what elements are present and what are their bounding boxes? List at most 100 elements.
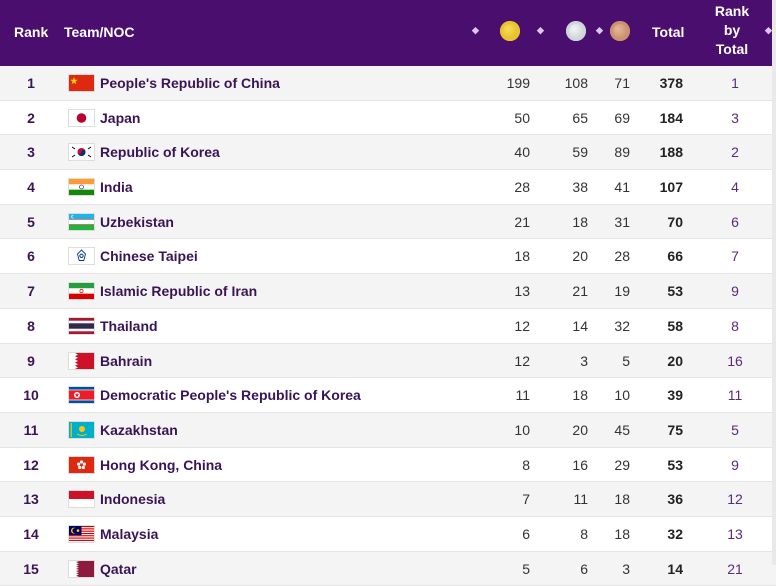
silver-count: 3 [580,352,588,369]
flag-my-icon [68,524,95,543]
table-row[interactable]: 13 Indonesia 7 11 18 36 12 [0,482,776,517]
sort-gold-icon[interactable]: ◆ [537,25,544,36]
rank-by-total-cell: 4 [731,179,739,196]
team-link[interactable]: Malaysia [100,526,158,542]
total-count: 378 [659,75,683,91]
bronze-count: 29 [614,456,630,473]
team-link[interactable]: Hong Kong, China [100,457,222,473]
bronze-count: 10 [614,387,630,404]
team-link[interactable]: Democratic People's Republic of Korea [100,387,361,403]
team-link[interactable]: Indonesia [100,491,165,507]
rank-cell: 10 [23,387,39,404]
rank-cell: 15 [23,560,39,577]
flag-hk-icon [68,455,95,474]
team-link[interactable]: Kazakhstan [100,422,178,438]
bronze-count: 31 [614,213,630,230]
gold-count: 12 [514,317,530,334]
team-link[interactable]: Uzbekistan [100,214,174,230]
table-row[interactable]: 4 India 28 38 41 107 4 [0,170,776,205]
scrollbar[interactable] [772,0,776,565]
team-link[interactable]: People's Republic of China [100,75,280,91]
sort-team-icon[interactable]: ◆ [472,25,479,36]
gold-medal-icon[interactable] [500,21,520,41]
medal-table: Rank Team/NOC ◆ ◆ ◆ Total Rank by Total … [0,0,776,586]
table-row[interactable]: 15 Qatar 5 6 3 14 21 [0,551,776,586]
header-team[interactable]: Team/NOC [64,24,135,40]
table-row[interactable]: 3 Republic of Korea 40 59 89 188 2 [0,135,776,171]
team-link[interactable]: Chinese Taipei [100,248,198,264]
silver-count: 14 [572,317,588,334]
silver-medal-icon[interactable] [566,21,586,41]
table-row[interactable]: 12 Hong Kong, China 8 16 29 53 9 [0,448,776,483]
flag-kp-icon [68,386,95,405]
rank-by-total-cell: 11 [727,387,743,404]
silver-count: 65 [572,109,588,126]
team-link[interactable]: Islamic Republic of Iran [100,283,257,299]
flag-cn-icon [68,74,95,92]
total-count: 70 [667,213,683,230]
table-row[interactable]: 9 Bahrain 12 3 5 20 16 [0,343,776,379]
gold-count: 11 [515,387,530,404]
total-count: 39 [667,387,683,404]
bronze-count: 19 [614,283,630,300]
bronze-count: 3 [622,560,630,577]
bronze-count: 41 [614,179,630,196]
bronze-count: 69 [614,109,630,126]
header-rank-by-total[interactable]: Rank by Total [710,2,754,59]
table-row[interactable]: 2 Japan 50 65 69 184 3 [0,101,776,136]
team-link[interactable]: Republic of Korea [100,144,220,160]
rank-by-total-cell: 9 [731,283,739,300]
sort-silver-icon[interactable]: ◆ [596,25,603,36]
rank-cell: 4 [27,179,35,196]
bronze-count: 18 [614,525,630,542]
gold-count: 199 [506,75,530,91]
flag-uz-icon [68,212,95,231]
team-link[interactable]: Thailand [100,318,158,334]
sort-rank-by-total-icon[interactable]: ◆ [765,25,772,36]
table-row[interactable]: 5 Uzbekistan 21 18 31 70 6 [0,204,776,240]
bronze-count: 71 [614,75,630,91]
team-link[interactable]: Qatar [100,561,137,577]
gold-count: 21 [514,213,530,230]
rank-by-total-cell: 7 [731,248,739,265]
rank-cell: 11 [23,421,39,438]
table-row[interactable]: 7 Islamic Republic of Iran 13 21 19 53 9 [0,274,776,309]
silver-count: 38 [572,179,588,196]
bronze-count: 89 [614,144,630,161]
bronze-medal-icon[interactable] [610,21,630,41]
gold-count: 7 [522,491,530,508]
table-row[interactable]: 11 Kazakhstan 10 20 45 75 5 [0,412,776,448]
rank-cell: 12 [23,456,39,473]
rank-by-total-cell: 6 [731,213,739,230]
total-count: 36 [667,491,683,508]
silver-count: 6 [580,560,588,577]
table-row[interactable]: 10 Democratic People's Republic of Korea 1… [0,378,776,413]
table-header: Rank Team/NOC ◆ ◆ ◆ Total Rank by Total … [0,0,776,66]
gold-count: 5 [522,560,530,577]
rank-by-total-cell: 1 [731,75,739,91]
rank-by-total-cell: 3 [731,109,739,126]
rank-cell: 7 [27,283,35,300]
silver-count: 21 [572,283,588,300]
table-row[interactable]: 1 People's Republic of China 199 108 71 378 1 [0,66,776,101]
table-body: 1 People's Republic of China 199 108 71 378 1 2… [0,66,776,586]
table-row[interactable]: 6 Chinese Taipei 18 20 28 66 7 [0,239,776,275]
header-total[interactable]: Total [652,24,684,40]
team-link[interactable]: India [100,179,133,195]
total-count: 53 [667,283,683,300]
rank-by-total-cell: 9 [731,456,739,473]
rank-by-total-cell: 2 [731,144,739,161]
silver-count: 20 [572,248,588,265]
header-rank[interactable]: Rank [14,24,48,40]
total-count: 14 [667,560,683,577]
team-link[interactable]: Bahrain [100,353,152,369]
bronze-count: 28 [614,248,630,265]
total-count: 107 [659,179,683,196]
table-row[interactable]: 8 Thailand 12 14 32 58 8 [0,309,776,344]
rank-by-total-cell: 12 [727,491,743,508]
rank-by-total-cell: 21 [727,560,743,577]
silver-count: 108 [564,75,588,91]
team-link[interactable]: Japan [100,110,140,126]
table-row[interactable]: 14 Malaysia 6 8 18 32 13 [0,517,776,552]
rank-cell: 5 [27,213,35,230]
